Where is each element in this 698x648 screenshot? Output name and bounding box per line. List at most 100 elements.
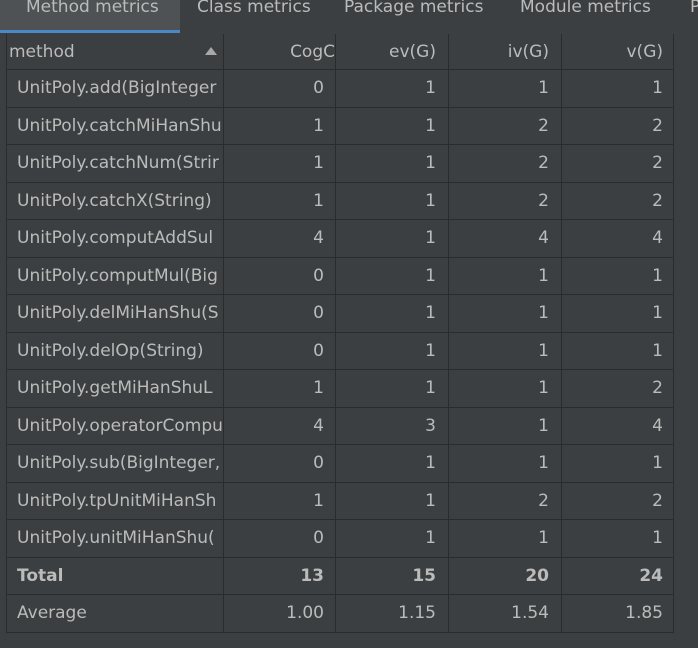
table-row[interactable]: UnitPoly.tpUnitMiHanSh 1 1 2 2 [0, 482, 698, 520]
vg-cell: 1 [562, 445, 674, 483]
column-header-vg[interactable]: v(G) [562, 34, 674, 70]
evg-cell: 1 [336, 145, 449, 183]
table-row[interactable]: UnitPoly.catchMiHanShu 1 1 2 2 [0, 107, 698, 145]
evg-cell: 1 [336, 70, 449, 108]
cogc-cell: 1 [224, 107, 336, 145]
vg-cell: 1 [562, 295, 674, 333]
evg-cell: 1 [336, 182, 449, 220]
table-row[interactable]: UnitPoly.unitMiHanShu(0 1 1 1 [0, 520, 698, 558]
cogc-cell: 13 [224, 557, 336, 595]
metrics-tab-bar: Method metrics Class metrics Package met… [0, 0, 698, 35]
ivg-cell: 2 [449, 145, 562, 183]
ivg-cell: 1 [449, 370, 562, 408]
column-header-ivg[interactable]: iv(G) [449, 34, 562, 70]
vg-cell: 1 [562, 520, 674, 558]
tab-label: Method metrics [26, 0, 159, 17]
tab-method-metrics[interactable]: Method metrics [0, 0, 180, 33]
method-cell: UnitPoly.delOp(String) [6, 332, 224, 370]
vg-cell: 1 [562, 70, 674, 108]
tab-label: Package metrics [344, 0, 484, 17]
cogc-cell: 4 [224, 220, 336, 258]
vg-cell: 1.85 [562, 595, 674, 633]
evg-cell: 1 [336, 445, 449, 483]
method-cell: Total [6, 557, 224, 595]
column-header-label: v(G) [626, 42, 664, 62]
evg-cell: 3 [336, 407, 449, 445]
evg-cell: 1 [336, 295, 449, 333]
evg-cell: 1.15 [336, 595, 449, 633]
column-header-method[interactable]: method [6, 34, 224, 70]
evg-cell: 1 [336, 370, 449, 408]
tab-class-metrics[interactable]: Class metrics [197, 0, 311, 33]
sort-ascending-icon [205, 47, 217, 55]
vg-cell: 24 [562, 557, 674, 595]
table-row[interactable]: UnitPoly.computMul(Big 0 1 1 1 [0, 257, 698, 295]
column-header-evg[interactable]: ev(G) [336, 34, 449, 70]
cogc-cell: 4 [224, 407, 336, 445]
column-header-label: iv(G) [507, 42, 549, 62]
cogc-cell: 1.00 [224, 595, 336, 633]
total-row[interactable]: Total 13 15 20 24 [0, 557, 698, 595]
cogc-cell: 1 [224, 370, 336, 408]
tab-project-metrics[interactable]: P [690, 0, 698, 33]
ivg-cell: 1 [449, 295, 562, 333]
tab-module-metrics[interactable]: Module metrics [520, 0, 651, 33]
ivg-cell: 1 [449, 257, 562, 295]
cogc-cell: 1 [224, 182, 336, 220]
method-cell: UnitPoly.catchX(String) [6, 182, 224, 220]
cogc-cell: 0 [224, 295, 336, 333]
column-header-label: CogC [290, 42, 335, 62]
vg-cell: 4 [562, 407, 674, 445]
table-row[interactable]: UnitPoly.catchX(String) 1 1 2 2 [0, 182, 698, 220]
cogc-cell: 0 [224, 257, 336, 295]
table-row[interactable]: UnitPoly.catchNum(Strir 1 1 2 2 [0, 145, 698, 183]
method-cell: UnitPoly.operatorCompu [6, 407, 224, 445]
table-row[interactable]: UnitPoly.computAddSul 4 1 4 4 [0, 220, 698, 258]
ivg-cell: 1 [449, 70, 562, 108]
table-row[interactable]: UnitPoly.add(BigInteger 0 1 1 1 [0, 70, 698, 108]
method-cell: UnitPoly.computAddSul [6, 220, 224, 258]
table-row[interactable]: UnitPoly.delMiHanShu(S 0 1 1 1 [0, 295, 698, 333]
table-header: method CogC ev(G) iv(G) v(G) [0, 34, 698, 70]
tab-package-metrics[interactable]: Package metrics [344, 0, 483, 33]
cogc-cell: 0 [224, 445, 336, 483]
cogc-cell: 0 [224, 520, 336, 558]
vg-cell: 2 [562, 107, 674, 145]
cogc-cell: 0 [224, 70, 336, 108]
ivg-cell: 1 [449, 407, 562, 445]
vg-cell: 2 [562, 145, 674, 183]
ivg-cell: 4 [449, 220, 562, 258]
ivg-cell: 1 [449, 332, 562, 370]
evg-cell: 1 [336, 482, 449, 520]
table-row[interactable]: UnitPoly.sub(BigInteger, 0 1 1 1 [0, 445, 698, 483]
cogc-cell: 0 [224, 332, 336, 370]
ivg-cell: 1 [449, 520, 562, 558]
cogc-cell: 1 [224, 482, 336, 520]
vg-cell: 2 [562, 182, 674, 220]
method-cell: UnitPoly.add(BigInteger [6, 70, 224, 108]
method-cell: UnitPoly.tpUnitMiHanSh [6, 482, 224, 520]
ivg-cell: 20 [449, 557, 562, 595]
metrics-table: method CogC ev(G) iv(G) v(G) UnitPoly.ad… [0, 34, 698, 648]
ivg-cell: 1.54 [449, 595, 562, 633]
method-cell: UnitPoly.getMiHanShuL [6, 370, 224, 408]
evg-cell: 1 [336, 332, 449, 370]
vg-cell: 1 [562, 257, 674, 295]
average-row[interactable]: Average 1.00 1.15 1.54 1.85 [0, 595, 698, 633]
column-header-cogc[interactable]: CogC [224, 34, 336, 70]
tab-label: Class metrics [197, 0, 311, 17]
table-row[interactable]: UnitPoly.delOp(String) 0 1 1 1 [0, 332, 698, 370]
evg-cell: 1 [336, 520, 449, 558]
vg-cell: 2 [562, 482, 674, 520]
method-cell: UnitPoly.catchNum(Strir [6, 145, 224, 183]
method-cell: UnitPoly.sub(BigInteger, [6, 445, 224, 483]
ivg-cell: 1 [449, 445, 562, 483]
cogc-cell: 1 [224, 145, 336, 183]
column-header-label: method [9, 42, 75, 62]
table-row[interactable]: UnitPoly.getMiHanShuL 1 1 1 2 [0, 370, 698, 408]
tab-label: Module metrics [520, 0, 651, 17]
method-cell: UnitPoly.computMul(Big [6, 257, 224, 295]
method-cell: UnitPoly.catchMiHanShu [6, 107, 224, 145]
table-row[interactable]: UnitPoly.operatorCompu 4 3 1 4 [0, 407, 698, 445]
ivg-cell: 2 [449, 182, 562, 220]
